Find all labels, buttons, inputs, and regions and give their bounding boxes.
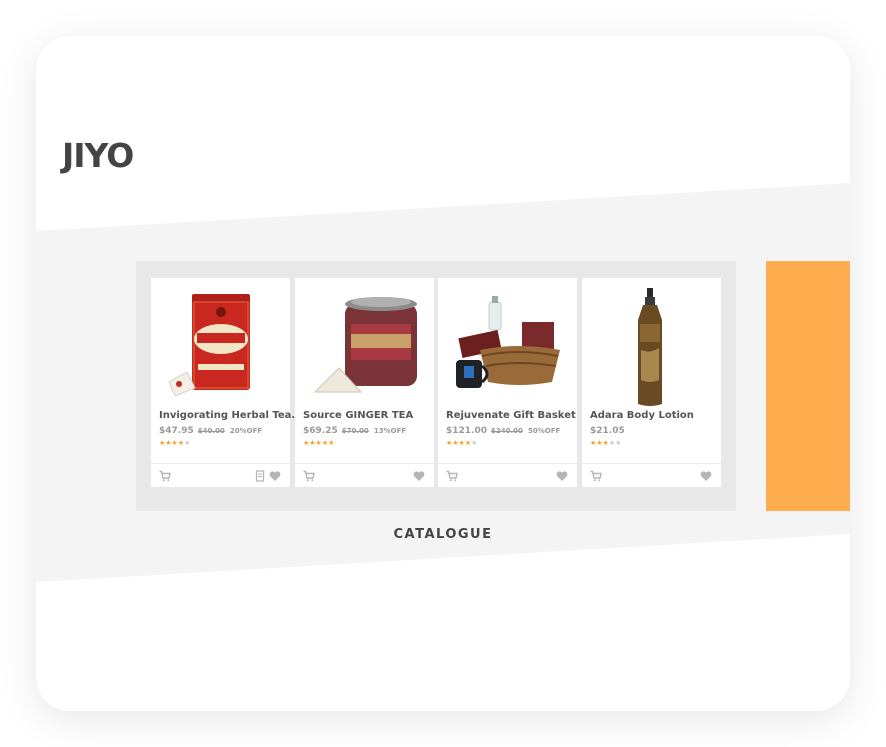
section-caption: CATALOGUE: [393, 527, 493, 542]
product-price: $121.00: [446, 426, 487, 436]
product-name[interactable]: Rejuvenate Gift Basket: [446, 410, 596, 421]
divider: [438, 463, 577, 464]
product-price-row: $21.05: [590, 426, 625, 436]
heart-icon[interactable]: [556, 470, 568, 482]
cart-icon[interactable]: [446, 470, 458, 482]
product-carousel: Invigorating Herbal Tea... $47.95 $40.00 …: [136, 261, 736, 511]
next-slide-preview[interactable]: [766, 261, 850, 511]
product-price: $21.05: [590, 426, 625, 436]
product-name[interactable]: Source GINGER TEA: [303, 410, 453, 421]
rating-stars: ★★★★★: [303, 440, 334, 448]
product-name[interactable]: Adara Body Lotion: [590, 410, 740, 421]
cart-icon[interactable]: [590, 470, 602, 482]
product-old-price: $40.00: [197, 427, 225, 435]
star-icon: ★★★: [590, 440, 609, 447]
product-card[interactable]: Rejuvenate Gift Basket $121.00 $240.00 50…: [438, 278, 577, 487]
product-discount: 50%OFF: [528, 427, 561, 435]
compare-icon[interactable]: [254, 470, 266, 482]
cart-icon[interactable]: [159, 470, 171, 482]
app-card: JIYO Invigorating Herbal Tea... $47.95 $4…: [36, 36, 850, 711]
divider: [582, 463, 721, 464]
star-empty-icon: ★: [471, 440, 478, 447]
product-image[interactable]: [305, 284, 424, 408]
star-empty-icon: ★★: [608, 440, 622, 447]
heart-icon[interactable]: [700, 470, 712, 482]
product-price: $47.95: [159, 426, 194, 436]
product-image[interactable]: [592, 284, 711, 408]
star-icon: ★★★★★: [303, 440, 335, 447]
star-empty-icon: ★: [184, 440, 191, 447]
product-discount: 20%OFF: [229, 427, 263, 435]
rating-stars: ★★★★★: [446, 440, 477, 448]
product-price-row: $69.25 $70.00 13%OFF: [303, 426, 406, 436]
product-price-row: $121.00 $240.00 50%OFF: [446, 426, 560, 436]
divider: [295, 463, 434, 464]
product-image[interactable]: [448, 284, 567, 408]
rating-stars: ★★★★★: [159, 440, 190, 448]
product-card[interactable]: Adara Body Lotion $21.05 ★★★★★: [582, 278, 721, 487]
heart-icon[interactable]: [413, 470, 425, 482]
product-price: $69.25: [303, 426, 338, 436]
product-price-row: $47.95 $40.00 20%OFF: [159, 426, 262, 436]
product-old-price: $240.00: [491, 427, 523, 435]
cart-icon[interactable]: [303, 470, 315, 482]
rating-stars: ★★★★★: [590, 440, 621, 448]
star-icon: ★★★★: [446, 440, 472, 447]
star-icon: ★★★★: [159, 440, 185, 447]
product-image[interactable]: [161, 284, 280, 408]
product-old-price: $70.00: [341, 427, 369, 435]
divider: [151, 463, 290, 464]
brand-logo[interactable]: JIYO: [62, 136, 134, 175]
product-card[interactable]: Source GINGER TEA $69.25 $70.00 13%OFF ★★…: [295, 278, 434, 487]
heart-icon[interactable]: [269, 470, 281, 482]
product-card[interactable]: Invigorating Herbal Tea... $47.95 $40.00 …: [151, 278, 303, 487]
product-discount: 13%OFF: [373, 427, 407, 435]
product-name[interactable]: Invigorating Herbal Tea...: [159, 410, 309, 421]
